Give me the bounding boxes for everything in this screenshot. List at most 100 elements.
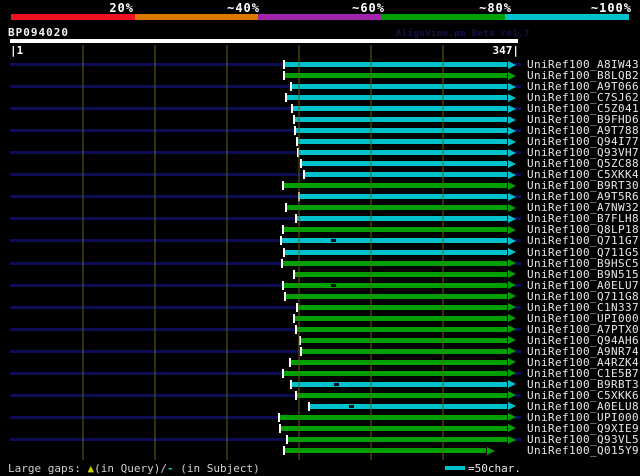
hit-label[interactable]: UniRef100_Q015Y9: [527, 445, 639, 456]
subject-gap-mark: [331, 283, 336, 287]
alignment-bar[interactable]: [284, 282, 507, 288]
alignment-bar[interactable]: [288, 437, 507, 443]
arrowhead-icon: [508, 270, 516, 279]
alignment-start-tick: [303, 170, 305, 180]
alignment-bar[interactable]: [296, 128, 507, 134]
alignment-start-tick: [278, 412, 280, 422]
alignment-bar[interactable]: [305, 172, 507, 178]
hit-label[interactable]: UniRef100_B9HSC5: [527, 258, 639, 269]
alignment-start-tick: [295, 324, 297, 334]
alignment-bar[interactable]: [295, 271, 507, 277]
alignment-start-tick: [290, 379, 292, 389]
hit-label[interactable]: UniRef100_Q711G5: [527, 247, 639, 258]
legend-label-40: ~40%: [227, 1, 260, 15]
alignment-bar[interactable]: [297, 326, 507, 332]
alignment-bar[interactable]: [299, 150, 507, 156]
alignment-bar[interactable]: [285, 448, 486, 454]
alignment-bar[interactable]: [298, 139, 507, 145]
alignment-bar[interactable]: [300, 194, 507, 200]
alignment-start-tick: [286, 435, 288, 445]
arrowhead-icon: [508, 369, 516, 378]
hit-label[interactable]: UniRef100_Q711G7: [527, 235, 639, 246]
alignment-start-tick: [283, 247, 285, 257]
arrowhead-icon: [508, 115, 516, 124]
alignment-bar[interactable]: [295, 117, 507, 123]
alignment-bar[interactable]: [281, 425, 507, 431]
arrowhead-icon: [508, 104, 516, 113]
large-gaps-legend: Large gaps: ▲(in Query)/- (in Subject): [8, 462, 260, 475]
alignment-bar[interactable]: [291, 359, 507, 365]
arrowhead-icon: [508, 93, 516, 102]
gridline: [442, 45, 444, 460]
alignment-bar[interactable]: [302, 161, 507, 167]
subject-gap-mark: [334, 382, 339, 386]
alignment-start-tick: [290, 82, 292, 92]
arrowhead-icon: [508, 225, 516, 234]
alignment-bar[interactable]: [283, 260, 507, 266]
ruler-50char-icon: [445, 466, 465, 470]
arrowhead-icon: [508, 236, 516, 245]
arrowhead-icon: [508, 214, 516, 223]
alignment-bar[interactable]: [302, 348, 507, 354]
alignment-bar[interactable]: [310, 403, 507, 409]
alignment-start-tick: [283, 446, 285, 456]
alignment-start-tick: [280, 236, 282, 246]
arrowhead-icon: [508, 435, 516, 444]
alignment-bar[interactable]: [295, 315, 507, 321]
alignment-bar[interactable]: [286, 293, 507, 299]
arrowhead-icon: [508, 413, 516, 422]
arrowhead-icon: [508, 71, 516, 80]
alignment-bar[interactable]: [298, 304, 507, 310]
alignment-bar[interactable]: [284, 183, 507, 189]
hit-label[interactable]: UniRef100_A0ELU7: [527, 280, 639, 291]
alignment-bar[interactable]: [282, 238, 507, 244]
alignment-bar[interactable]: [293, 106, 507, 112]
arrowhead-icon: [487, 446, 495, 455]
alignment-start-tick: [293, 115, 295, 125]
alignment-bar[interactable]: [292, 84, 507, 90]
hit-label[interactable]: UniRef100_B9N515: [527, 269, 639, 280]
alignment-plot: UniRef100_A8IW43 UniRef100_B8LQB2 UniRef10…: [0, 45, 640, 461]
status-bar: Large gaps: ▲(in Query)/- (in Subject) =…: [0, 460, 640, 476]
arrowhead-icon: [508, 259, 516, 268]
alignment-bar[interactable]: [287, 205, 507, 211]
arrowhead-icon: [508, 137, 516, 146]
arrowhead-icon: [508, 203, 516, 212]
arrowhead-icon: [508, 336, 516, 345]
arrowhead-icon: [508, 303, 516, 312]
alignment-bar[interactable]: [292, 381, 507, 387]
hit-label[interactable]: UniRef100_Q711G8: [527, 291, 639, 302]
alignment-start-tick: [282, 225, 284, 235]
arrowhead-icon: [508, 347, 516, 356]
legend-label-60: ~60%: [352, 1, 385, 15]
alignment-start-tick: [294, 126, 296, 136]
arrowhead-icon: [508, 82, 516, 91]
alignment-start-tick: [285, 203, 287, 213]
arrowhead-icon: [508, 181, 516, 190]
alignment-bar[interactable]: [280, 414, 507, 420]
alignment-bar[interactable]: [284, 370, 507, 376]
alignment-bar[interactable]: [284, 227, 507, 233]
legend-label-20: 20%: [109, 1, 134, 15]
alignment-start-tick: [282, 280, 284, 290]
arrowhead-icon: [508, 314, 516, 323]
alignment-bar[interactable]: [301, 337, 507, 343]
alignment-bar[interactable]: [285, 62, 507, 67]
alignment-start-tick: [285, 93, 287, 103]
arrowhead-icon: [508, 192, 516, 201]
alignment-bar[interactable]: [297, 392, 507, 398]
alignment-bar[interactable]: [297, 216, 507, 222]
alignment-bar[interactable]: [287, 95, 507, 101]
gridline: [370, 45, 372, 460]
alignment-start-tick: [300, 346, 302, 356]
arrowhead-icon: [508, 281, 516, 290]
alignment-start-tick: [295, 214, 297, 224]
alignment-start-tick: [282, 181, 284, 191]
gridline: [82, 45, 84, 460]
arrowhead-icon: [508, 391, 516, 400]
hit-label[interactable]: UniRef100_C1N337: [527, 302, 639, 313]
ruler-50char-label: =50char.: [468, 462, 521, 475]
arrowhead-icon: [508, 248, 516, 256]
alignment-bar[interactable]: [285, 73, 507, 79]
alignment-bar[interactable]: [285, 249, 507, 255]
